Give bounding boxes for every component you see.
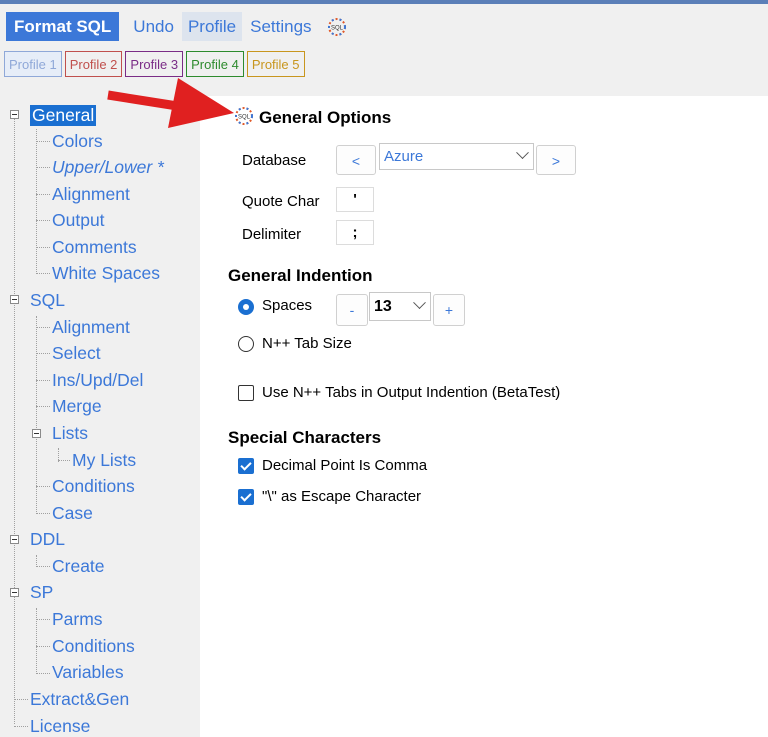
tree-item-sp-conditions[interactable]: Conditions [52, 636, 135, 657]
svg-text:SQL: SQL [331, 25, 344, 31]
window-title-strip [0, 0, 768, 4]
tree-item-select[interactable]: Select [52, 343, 101, 364]
profile-tab-5[interactable]: Profile 5 [246, 51, 305, 77]
profile-tabs: Profile 1 Profile 2 Profile 3 Profile 4 Prof… [4, 51, 308, 77]
spaces-label: Spaces [262, 297, 313, 314]
sql-settings-icon[interactable]: SQL [324, 14, 350, 40]
sql-logo-icon: SQL [233, 105, 255, 127]
profile-tab-1[interactable]: Profile 1 [4, 51, 62, 77]
spaces-select[interactable]: 13 [369, 292, 431, 321]
spaces-increment-button[interactable]: + [433, 294, 465, 326]
tree-connector [36, 129, 37, 274]
collapse-ddl-toggle[interactable] [10, 535, 19, 544]
profile-button[interactable]: Profile [181, 12, 243, 41]
special-characters-heading: Special Characters [228, 428, 382, 447]
tree-connector [36, 316, 37, 514]
collapse-lists-toggle[interactable] [32, 429, 41, 438]
delimiter-input[interactable]: ; [336, 220, 374, 245]
spaces-radio[interactable] [238, 299, 254, 315]
undo-button[interactable]: Undo [127, 12, 180, 41]
tree-item-white-spaces[interactable]: White Spaces [52, 263, 160, 284]
spaces-value: 13 [374, 298, 392, 315]
tree-item-general[interactable]: General [30, 105, 97, 126]
tree-item-ddl[interactable]: DDL [30, 529, 65, 550]
chevron-down-icon [516, 145, 529, 159]
decimal-point-label: Decimal Point Is Comma [262, 457, 428, 474]
database-label: Database [242, 152, 307, 169]
tree-connector [14, 114, 15, 724]
collapse-sp-toggle[interactable] [10, 588, 19, 597]
format-sql-button[interactable]: Format SQL [6, 12, 120, 41]
toolbar: Format SQL Undo Profile Settings SQL [6, 10, 350, 43]
spaces-decrement-button[interactable]: - [336, 294, 368, 326]
tree-item-sql[interactable]: SQL [30, 290, 65, 311]
tree-item-merge[interactable]: Merge [52, 396, 102, 417]
escape-char-checkbox[interactable] [238, 489, 254, 505]
tree-item-variables[interactable]: Variables [52, 662, 124, 683]
tree-item-alignment[interactable]: Alignment [52, 184, 130, 205]
collapse-general-toggle[interactable] [10, 110, 19, 119]
database-select[interactable]: Azure [379, 143, 534, 170]
escape-char-label: "\" as Escape Character [262, 488, 422, 505]
database-value: Azure [384, 148, 424, 165]
options-tree: General Colors Upper/Lower * Alignment O… [0, 96, 200, 737]
tree-item-sql-alignment[interactable]: Alignment [52, 317, 130, 338]
tree-item-parms[interactable]: Parms [52, 609, 103, 630]
tree-item-create[interactable]: Create [52, 556, 105, 577]
tree-connector [36, 608, 37, 674]
decimal-point-checkbox[interactable] [238, 458, 254, 474]
tree-item-comments[interactable]: Comments [52, 237, 137, 258]
tree-item-ins-upd-del[interactable]: Ins/Upd/Del [52, 370, 143, 391]
settings-button[interactable]: Settings [244, 12, 317, 41]
tree-item-lists[interactable]: Lists [52, 423, 88, 444]
delimiter-label: Delimiter [242, 226, 302, 243]
general-options-panel: SQL General Options Database < Azure > Q… [200, 96, 768, 737]
tree-item-colors[interactable]: Colors [52, 131, 103, 152]
tree-item-upper-lower[interactable]: Upper/Lower * [52, 157, 164, 178]
collapse-sql-toggle[interactable] [10, 295, 19, 304]
profile-tab-2[interactable]: Profile 2 [64, 51, 123, 77]
database-prev-button[interactable]: < [336, 145, 376, 175]
tree-item-extract-gen[interactable]: Extract&Gen [30, 689, 129, 710]
chevron-down-icon [413, 295, 426, 309]
tab-size-radio[interactable] [238, 336, 254, 352]
tree-item-case[interactable]: Case [52, 503, 93, 524]
quote-char-label: Quote Char [242, 193, 320, 210]
use-tabs-checkbox[interactable] [238, 385, 254, 401]
svg-text:SQL: SQL [238, 115, 251, 121]
database-next-button[interactable]: > [536, 145, 576, 175]
tree-item-my-lists[interactable]: My Lists [72, 450, 136, 471]
tree-item-sp[interactable]: SP [30, 582, 53, 603]
profile-tab-4[interactable]: Profile 4 [186, 51, 244, 77]
tab-size-label: N++ Tab Size [262, 335, 352, 352]
tree-item-conditions[interactable]: Conditions [52, 476, 135, 497]
general-indention-heading: General Indention [228, 266, 373, 285]
tree-item-license[interactable]: License [30, 716, 90, 737]
tree-item-output[interactable]: Output [52, 210, 105, 231]
profile-tab-3[interactable]: Profile 3 [125, 51, 184, 77]
general-options-title: General Options [259, 108, 392, 127]
use-tabs-label: Use N++ Tabs in Output Indention (BetaTe… [262, 384, 561, 401]
quote-char-input[interactable]: ' [336, 187, 374, 212]
